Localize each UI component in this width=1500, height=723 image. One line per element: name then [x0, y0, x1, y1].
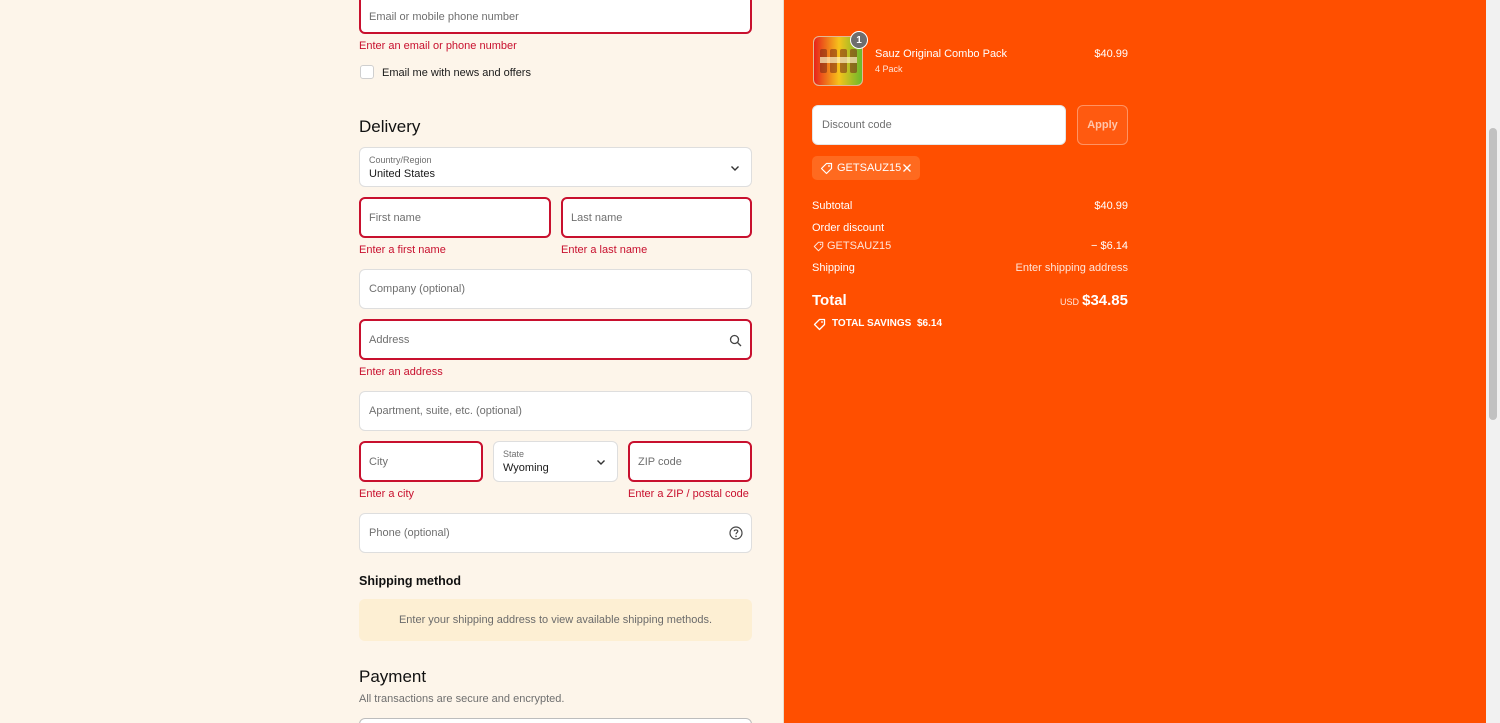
phone-field[interactable]: Phone (optional)	[359, 513, 752, 553]
product-variant: 4 Pack	[875, 64, 903, 74]
order-discount-label: Order discount	[812, 222, 885, 234]
tag-icon	[819, 161, 833, 175]
newsletter-label: Email me with news and offers	[382, 67, 531, 79]
scrollbar-thumb[interactable]	[1489, 128, 1497, 420]
product-name: Sauz Original Combo Pack	[875, 48, 1008, 60]
state-select[interactable]: State Wyoming	[493, 441, 618, 482]
product-price: $40.99	[1094, 48, 1128, 60]
city-field[interactable]: City	[359, 441, 483, 482]
last-name-error: Enter a last name	[561, 244, 648, 256]
country-select[interactable]: Country/Region United States	[359, 147, 752, 187]
newsletter-checkbox[interactable]	[360, 65, 374, 79]
last-name-field[interactable]: Last name	[561, 197, 752, 238]
shipping-notice: Enter your shipping address to view avai…	[359, 599, 752, 641]
email-placeholder: Email or mobile phone number	[369, 10, 519, 23]
order-discount-code: GETSAUZ15	[827, 240, 892, 252]
shipping-label: Shipping	[812, 262, 855, 274]
order-discount-value: − $6.14	[1090, 240, 1128, 252]
shipping-value: Enter shipping address	[1015, 262, 1128, 274]
discount-code-field[interactable]: Discount code	[812, 105, 1066, 145]
help-icon[interactable]	[729, 526, 743, 540]
total-label: Total	[812, 292, 847, 309]
first-name-error: Enter a first name	[359, 244, 446, 256]
tag-icon	[812, 317, 826, 331]
total-value: $34.85	[1082, 292, 1128, 309]
shipping-method-heading: Shipping method	[359, 574, 462, 588]
search-icon	[728, 333, 742, 347]
quantity-badge: 1	[850, 31, 868, 49]
zip-error: Enter a ZIP / postal code	[628, 488, 749, 500]
total-savings-label: TOTAL SAVINGS	[832, 318, 912, 329]
delivery-heading: Delivery	[359, 117, 421, 136]
chevron-down-icon	[728, 161, 742, 175]
city-error: Enter a city	[359, 488, 415, 500]
payment-subtitle: All transactions are secure and encrypte…	[359, 693, 565, 705]
subtotal-value: $40.99	[1094, 200, 1128, 212]
zip-placeholder: ZIP code	[638, 455, 682, 468]
company-placeholder: Company (optional)	[369, 283, 465, 295]
total-savings-value: $6.14	[917, 318, 943, 329]
state-label: State	[503, 449, 525, 459]
address-field[interactable]: Address	[359, 319, 752, 360]
state-value: Wyoming	[503, 462, 549, 474]
payment-heading: Payment	[359, 667, 427, 686]
payment-box[interactable]	[359, 718, 752, 723]
email-error: Enter an email or phone number	[359, 40, 517, 52]
address-error: Enter an address	[359, 366, 443, 378]
last-name-placeholder: Last name	[571, 211, 623, 224]
first-name-placeholder: First name	[369, 211, 421, 224]
country-label: Country/Region	[369, 155, 432, 165]
applied-discount-tag: GETSAUZ15	[812, 156, 920, 180]
chevron-down-icon	[594, 455, 608, 469]
apply-button[interactable]: Apply	[1077, 105, 1128, 145]
zip-field[interactable]: ZIP code	[628, 441, 752, 482]
email-field[interactable]: Email or mobile phone number	[359, 0, 752, 34]
close-icon[interactable]	[900, 161, 914, 175]
tag-icon	[812, 240, 824, 252]
address-placeholder: Address	[369, 333, 410, 346]
apartment-placeholder: Apartment, suite, etc. (optional)	[369, 405, 522, 417]
phone-placeholder: Phone (optional)	[369, 527, 450, 539]
applied-discount-code: GETSAUZ15	[837, 162, 902, 174]
country-value: United States	[369, 168, 436, 180]
discount-code-placeholder: Discount code	[822, 119, 892, 131]
subtotal-label: Subtotal	[812, 200, 853, 212]
city-placeholder: City	[369, 455, 388, 468]
apartment-field[interactable]: Apartment, suite, etc. (optional)	[359, 391, 752, 431]
company-field[interactable]: Company (optional)	[359, 269, 752, 309]
first-name-field[interactable]: First name	[359, 197, 551, 238]
